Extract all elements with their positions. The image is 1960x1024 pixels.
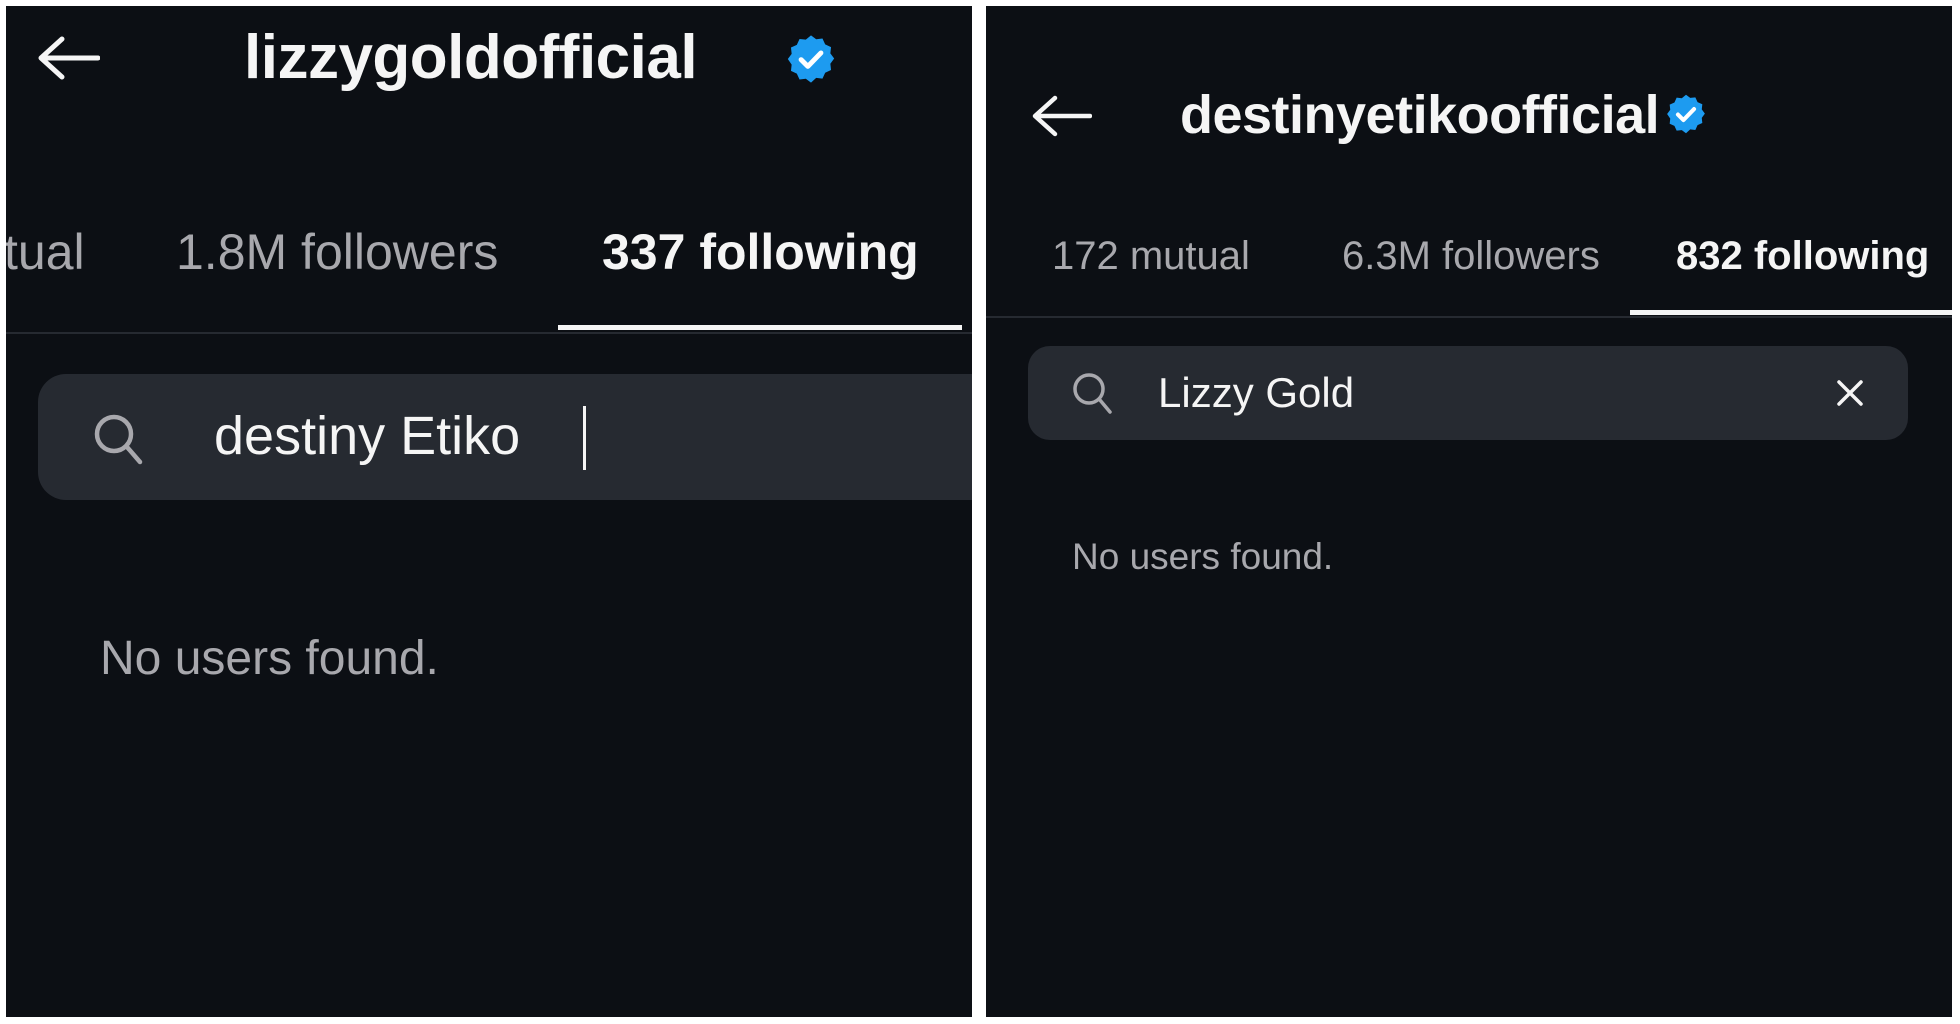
verified-badge-icon <box>1667 94 1705 134</box>
tab-following[interactable]: 337 following <box>602 222 919 282</box>
search-icon <box>94 414 143 465</box>
search-field[interactable] <box>38 374 972 500</box>
active-tab-indicator <box>1630 310 1952 315</box>
empty-results-message: No users found. <box>100 632 439 685</box>
profile-username: lizzygoldofficial <box>244 23 698 92</box>
empty-results-message: No users found. <box>1072 536 1334 577</box>
text-cursor <box>583 406 586 470</box>
active-tab-indicator <box>558 325 962 330</box>
right-screenshot-panel: destinyetikoofficial 172 mutual 6.3M fol… <box>986 6 1952 1017</box>
search-field[interactable] <box>1028 346 1908 440</box>
search-input[interactable] <box>1158 366 1758 420</box>
search-icon <box>1073 373 1112 414</box>
verified-badge-icon <box>787 35 835 83</box>
profile-username: destinyetikoofficial <box>1180 85 1660 145</box>
tab-following[interactable]: 832 following <box>1676 232 1929 280</box>
arrow-left-icon[interactable] <box>1030 94 1092 138</box>
tab-followers[interactable]: 1.8M followers <box>176 222 498 282</box>
tabs-divider <box>6 332 972 334</box>
tab-followers[interactable]: 6.3M followers <box>1342 232 1600 280</box>
left-screenshot-panel: lizzygoldofficial tual 1.8M followers 33… <box>6 6 972 1017</box>
close-icon[interactable] <box>1836 379 1864 407</box>
tab-mutual[interactable]: 172 mutual <box>1052 232 1250 280</box>
search-input[interactable] <box>214 401 814 471</box>
tabs-divider <box>986 316 1952 318</box>
tab-mutual[interactable]: tual <box>6 222 85 282</box>
arrow-left-icon[interactable] <box>36 36 100 80</box>
